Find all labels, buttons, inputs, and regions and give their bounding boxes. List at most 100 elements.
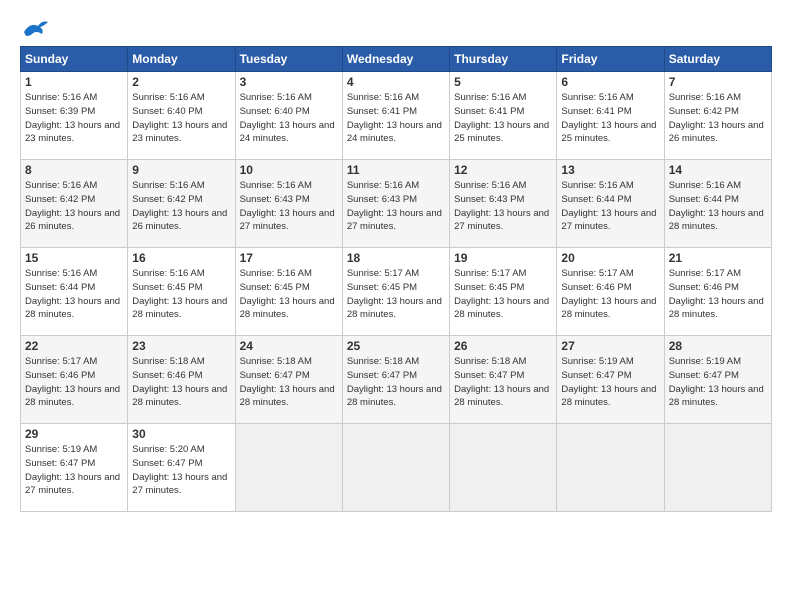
day-info: Sunrise: 5:20 AMSunset: 6:47 PMDaylight:…: [132, 444, 227, 496]
day-info: Sunrise: 5:17 AMSunset: 6:46 PMDaylight:…: [561, 268, 656, 320]
calendar-cell: 12 Sunrise: 5:16 AMSunset: 6:43 PMDayligh…: [450, 160, 557, 248]
calendar-cell: 24 Sunrise: 5:18 AMSunset: 6:47 PMDayligh…: [235, 336, 342, 424]
day-number: 9: [132, 163, 230, 177]
header-friday: Friday: [557, 47, 664, 72]
day-info: Sunrise: 5:16 AMSunset: 6:42 PMDaylight:…: [669, 92, 764, 144]
calendar-cell: 30 Sunrise: 5:20 AMSunset: 6:47 PMDayligh…: [128, 424, 235, 512]
day-info: Sunrise: 5:19 AMSunset: 6:47 PMDaylight:…: [561, 356, 656, 408]
day-number: 11: [347, 163, 445, 177]
calendar-week-3: 15 Sunrise: 5:16 AMSunset: 6:44 PMDayligh…: [21, 248, 772, 336]
calendar-cell: 19 Sunrise: 5:17 AMSunset: 6:45 PMDayligh…: [450, 248, 557, 336]
page: Sunday Monday Tuesday Wednesday Thursday…: [0, 0, 792, 612]
calendar-cell: 22 Sunrise: 5:17 AMSunset: 6:46 PMDayligh…: [21, 336, 128, 424]
calendar-week-1: 1Sunrise: 5:16 AMSunset: 6:39 PMDaylight…: [21, 72, 772, 160]
calendar-cell: 17Sunrise: 5:16 AMSunset: 6:45 PMDayligh…: [235, 248, 342, 336]
day-info: Sunrise: 5:16 AMSunset: 6:41 PMDaylight:…: [347, 92, 442, 144]
calendar-cell: 16 Sunrise: 5:16 AMSunset: 6:45 PMDayligh…: [128, 248, 235, 336]
day-number: 22: [25, 339, 123, 353]
calendar-cell: 28Sunrise: 5:19 AMSunset: 6:47 PMDayligh…: [664, 336, 771, 424]
logo: [20, 18, 50, 36]
day-number: 17: [240, 251, 338, 265]
day-number: 7: [669, 75, 767, 89]
calendar-cell: 5 Sunrise: 5:16 AMSunset: 6:41 PMDaylight…: [450, 72, 557, 160]
day-number: 29: [25, 427, 123, 441]
calendar-cell: 14 Sunrise: 5:16 AMSunset: 6:44 PMDayligh…: [664, 160, 771, 248]
calendar-cell: 9 Sunrise: 5:16 AMSunset: 6:42 PMDaylight…: [128, 160, 235, 248]
weekday-header-row: Sunday Monday Tuesday Wednesday Thursday…: [21, 47, 772, 72]
calendar-week-5: 29Sunrise: 5:19 AMSunset: 6:47 PMDayligh…: [21, 424, 772, 512]
header: [20, 18, 772, 36]
calendar-cell: 7 Sunrise: 5:16 AMSunset: 6:42 PMDaylight…: [664, 72, 771, 160]
day-number: 28: [669, 339, 767, 353]
calendar-cell: 15 Sunrise: 5:16 AMSunset: 6:44 PMDayligh…: [21, 248, 128, 336]
day-number: 14: [669, 163, 767, 177]
day-number: 18: [347, 251, 445, 265]
calendar-cell: 21 Sunrise: 5:17 AMSunset: 6:46 PMDayligh…: [664, 248, 771, 336]
calendar-cell: [342, 424, 449, 512]
day-number: 21: [669, 251, 767, 265]
header-thursday: Thursday: [450, 47, 557, 72]
day-info: Sunrise: 5:17 AMSunset: 6:46 PMDaylight:…: [25, 356, 120, 408]
calendar-week-2: 8 Sunrise: 5:16 AMSunset: 6:42 PMDaylight…: [21, 160, 772, 248]
day-number: 12: [454, 163, 552, 177]
calendar-cell: 23 Sunrise: 5:18 AMSunset: 6:46 PMDayligh…: [128, 336, 235, 424]
day-info: Sunrise: 5:17 AMSunset: 6:45 PMDaylight:…: [454, 268, 549, 320]
calendar-cell: 6 Sunrise: 5:16 AMSunset: 6:41 PMDaylight…: [557, 72, 664, 160]
day-number: 13: [561, 163, 659, 177]
calendar-cell: 13 Sunrise: 5:16 AMSunset: 6:44 PMDayligh…: [557, 160, 664, 248]
day-number: 25: [347, 339, 445, 353]
day-number: 24: [240, 339, 338, 353]
day-number: 8: [25, 163, 123, 177]
calendar-table: Sunday Monday Tuesday Wednesday Thursday…: [20, 46, 772, 512]
day-number: 5: [454, 75, 552, 89]
day-number: 10: [240, 163, 338, 177]
calendar-cell: 3 Sunrise: 5:16 AMSunset: 6:40 PMDaylight…: [235, 72, 342, 160]
day-info: Sunrise: 5:16 AMSunset: 6:44 PMDaylight:…: [669, 180, 764, 232]
day-number: 3: [240, 75, 338, 89]
day-info: Sunrise: 5:16 AMSunset: 6:45 PMDaylight:…: [132, 268, 227, 320]
calendar-cell: 26 Sunrise: 5:18 AMSunset: 6:47 PMDayligh…: [450, 336, 557, 424]
day-info: Sunrise: 5:17 AMSunset: 6:46 PMDaylight:…: [669, 268, 764, 320]
calendar-cell: [557, 424, 664, 512]
day-number: 26: [454, 339, 552, 353]
day-number: 30: [132, 427, 230, 441]
header-sunday: Sunday: [21, 47, 128, 72]
day-info: Sunrise: 5:16 AMSunset: 6:42 PMDaylight:…: [132, 180, 227, 232]
day-info: Sunrise: 5:18 AMSunset: 6:47 PMDaylight:…: [240, 356, 335, 408]
day-info: Sunrise: 5:18 AMSunset: 6:47 PMDaylight:…: [347, 356, 442, 408]
day-info: Sunrise: 5:16 AMSunset: 6:44 PMDaylight:…: [561, 180, 656, 232]
day-info: Sunrise: 5:16 AMSunset: 6:41 PMDaylight:…: [561, 92, 656, 144]
header-monday: Monday: [128, 47, 235, 72]
header-saturday: Saturday: [664, 47, 771, 72]
day-info: Sunrise: 5:18 AMSunset: 6:46 PMDaylight:…: [132, 356, 227, 408]
calendar-cell: 11 Sunrise: 5:16 AMSunset: 6:43 PMDayligh…: [342, 160, 449, 248]
day-number: 20: [561, 251, 659, 265]
day-info: Sunrise: 5:16 AMSunset: 6:43 PMDaylight:…: [347, 180, 442, 232]
day-number: 23: [132, 339, 230, 353]
day-number: 6: [561, 75, 659, 89]
calendar-cell: [235, 424, 342, 512]
calendar-cell: 8Sunrise: 5:16 AMSunset: 6:42 PMDaylight…: [21, 160, 128, 248]
calendar-cell: 2 Sunrise: 5:16 AMSunset: 6:40 PMDaylight…: [128, 72, 235, 160]
calendar-cell: 29Sunrise: 5:19 AMSunset: 6:47 PMDayligh…: [21, 424, 128, 512]
calendar-cell: 4Sunrise: 5:16 AMSunset: 6:41 PMDaylight…: [342, 72, 449, 160]
calendar-cell: 10Sunrise: 5:16 AMSunset: 6:43 PMDayligh…: [235, 160, 342, 248]
day-info: Sunrise: 5:16 AMSunset: 6:39 PMDaylight:…: [25, 92, 120, 144]
day-info: Sunrise: 5:16 AMSunset: 6:41 PMDaylight:…: [454, 92, 549, 144]
day-info: Sunrise: 5:16 AMSunset: 6:40 PMDaylight:…: [132, 92, 227, 144]
day-number: 27: [561, 339, 659, 353]
day-info: Sunrise: 5:18 AMSunset: 6:47 PMDaylight:…: [454, 356, 549, 408]
day-info: Sunrise: 5:16 AMSunset: 6:40 PMDaylight:…: [240, 92, 335, 144]
calendar-cell: [450, 424, 557, 512]
day-number: 15: [25, 251, 123, 265]
day-number: 19: [454, 251, 552, 265]
logo-bird-icon: [22, 18, 50, 40]
day-info: Sunrise: 5:16 AMSunset: 6:44 PMDaylight:…: [25, 268, 120, 320]
header-wednesday: Wednesday: [342, 47, 449, 72]
calendar-cell: 20 Sunrise: 5:17 AMSunset: 6:46 PMDayligh…: [557, 248, 664, 336]
day-number: 16: [132, 251, 230, 265]
day-number: 2: [132, 75, 230, 89]
day-info: Sunrise: 5:16 AMSunset: 6:43 PMDaylight:…: [454, 180, 549, 232]
calendar-cell: [664, 424, 771, 512]
calendar-cell: 18Sunrise: 5:17 AMSunset: 6:45 PMDayligh…: [342, 248, 449, 336]
